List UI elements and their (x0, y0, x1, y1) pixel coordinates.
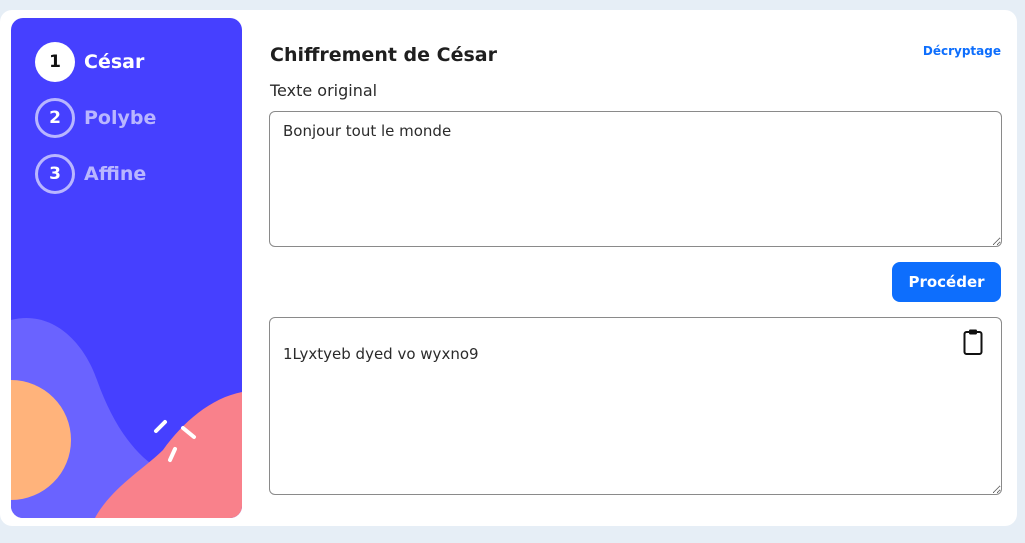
proceed-button[interactable]: Procéder (892, 262, 1001, 302)
step-polybe[interactable]: 2 Polybe (35, 98, 156, 138)
step-label: Polybe (84, 107, 157, 129)
clipboard-icon[interactable] (960, 328, 986, 356)
step-number: 2 (35, 98, 75, 138)
step-affine[interactable]: 3 Affine (35, 154, 146, 194)
step-label: Affine (84, 163, 147, 185)
sidebar-decoration (11, 318, 242, 518)
step-label: César (84, 51, 145, 73)
step-number: 3 (35, 154, 75, 194)
result-output[interactable]: 1Lyxtyeb dyed vo wyxno9 (269, 317, 1002, 495)
sidebar: 1 César 2 Polybe 3 Affine (11, 18, 242, 518)
step-cesar[interactable]: 1 César (35, 42, 144, 82)
page-title: Chiffrement de César (270, 44, 497, 66)
decrypt-mode-link[interactable]: Décryptage (923, 44, 1001, 58)
input-label: Texte original (270, 81, 378, 100)
original-text-input[interactable]: Bonjour tout le monde (269, 111, 1002, 247)
step-number: 1 (35, 42, 75, 82)
